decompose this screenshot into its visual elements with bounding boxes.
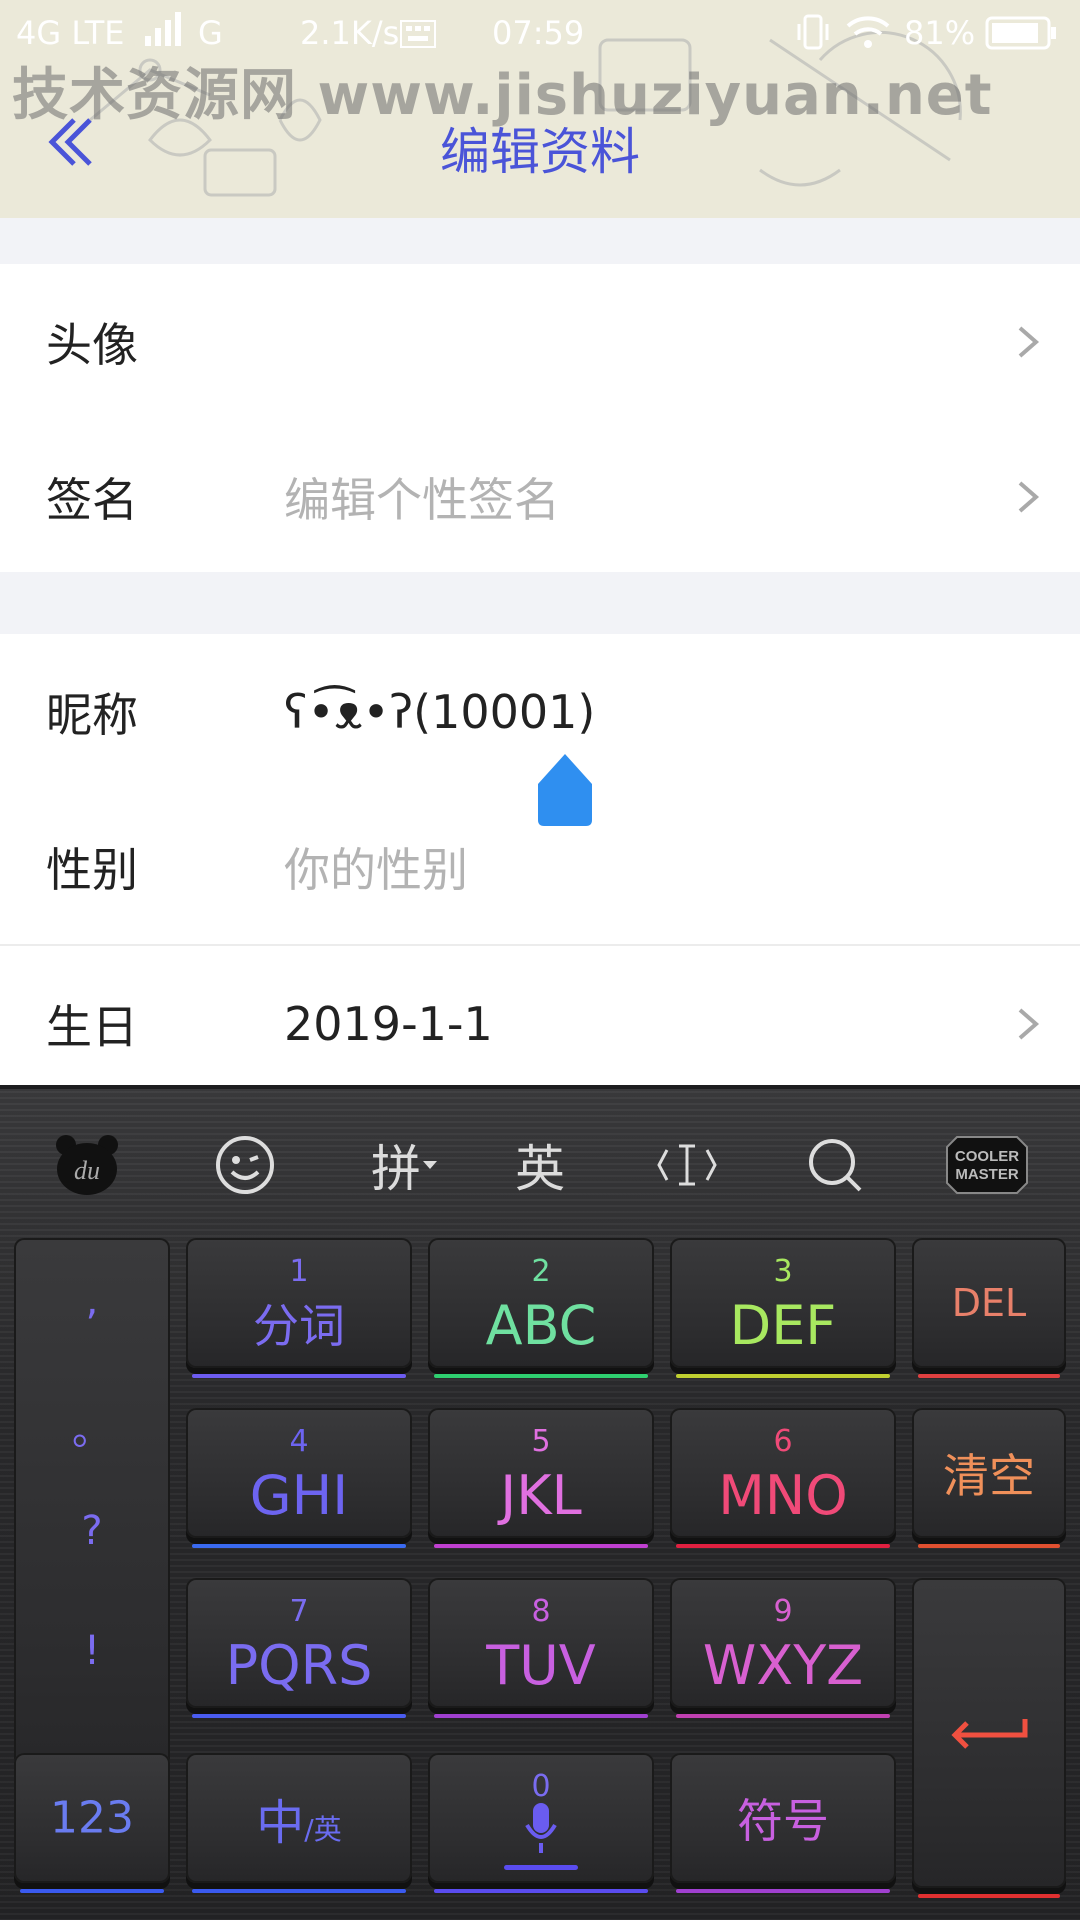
punct-question[interactable]: ? — [14, 1508, 170, 1554]
punct-period[interactable]: 。 — [14, 1398, 170, 1456]
space-voice-key[interactable]: 0 — [428, 1753, 654, 1893]
symbols-key[interactable]: 符号 — [670, 1753, 896, 1893]
space-bar-indicator — [504, 1865, 578, 1870]
number-mode-key[interactable]: 123 — [14, 1753, 170, 1893]
key-9-wxyz[interactable]: 9 WXYZ — [670, 1578, 896, 1718]
gender-label: 性别 — [46, 842, 138, 897]
profile-group-2: 昵称 ʕ•͡ᴥ•ʔ(10001) 性别 你的性别 生日 2019-1-1 — [0, 634, 1080, 1094]
page-title: 编辑资料 — [440, 123, 640, 181]
en-small-label: /英 — [304, 1813, 342, 1846]
enter-key[interactable] — [912, 1578, 1066, 1898]
search-button[interactable] — [780, 1115, 890, 1215]
skin-logo-button[interactable]: COOLER MASTER — [932, 1115, 1042, 1215]
clear-key[interactable]: 清空 — [912, 1408, 1066, 1548]
gender-placeholder: 你的性别 — [284, 842, 468, 897]
avatar-row[interactable]: 头像 — [0, 264, 1080, 419]
clock: 07:59 — [492, 14, 585, 52]
du-logo-button[interactable]: du — [32, 1115, 142, 1215]
battery-percent: 81% — [904, 14, 976, 52]
chevron-right-icon — [1018, 480, 1040, 513]
signature-placeholder: 编辑个性签名 — [284, 472, 560, 527]
birthday-value: 2019-1-1 — [284, 996, 493, 1051]
text-cursor-icon — [657, 1144, 717, 1186]
key-8-tuv[interactable]: 8 TUV — [428, 1578, 654, 1718]
net-speed: 2.1K/s — [300, 14, 400, 52]
text-cursor-handle[interactable] — [538, 754, 592, 826]
emoji-button[interactable] — [190, 1115, 300, 1215]
birthday-row[interactable]: 生日 2019-1-1 — [0, 946, 1080, 1101]
key-3-def[interactable]: 3 DEF — [670, 1238, 896, 1378]
brand-line-2: MASTER — [955, 1166, 1019, 1183]
bear-logo-icon: du — [56, 1135, 118, 1195]
battery-icon — [985, 16, 1057, 58]
brand-line-1: COOLER — [955, 1148, 1019, 1165]
zh-en-switch-key[interactable]: 中/英 — [186, 1753, 412, 1893]
pinyin-mode-button[interactable]: 拼 — [350, 1115, 460, 1215]
punctuation-key[interactable]: , 。 ? ! — [14, 1238, 170, 1818]
profile-group-1: 头像 签名 编辑个性签名 — [0, 264, 1080, 572]
english-label: 英 — [515, 1140, 565, 1198]
enter-arrow-icon — [951, 1719, 1028, 1749]
key-1-fenci[interactable]: 1 分词 — [186, 1238, 412, 1378]
signature-row[interactable]: 签名 编辑个性签名 — [0, 419, 1080, 574]
nickname-input[interactable]: ʕ•͡ᴥ•ʔ(10001) — [284, 685, 595, 739]
punct-exclaim[interactable]: ! — [14, 1628, 170, 1674]
nickname-label: 昵称 — [46, 687, 138, 742]
search-icon — [809, 1139, 862, 1192]
chevron-right-icon — [1018, 1007, 1040, 1040]
key-4-ghi[interactable]: 4 GHI — [186, 1408, 412, 1548]
cursor-move-button[interactable] — [632, 1115, 742, 1215]
header-bar: 4G LTE G 2.1K/s 07:59 81% 技术资源网 www.jish… — [0, 0, 1080, 218]
birthday-label: 生日 — [46, 999, 138, 1054]
english-mode-button[interactable]: 英 — [485, 1115, 595, 1215]
zh-label: 中 — [256, 1795, 305, 1851]
du-text: du — [74, 1156, 100, 1185]
cooler-master-logo-icon: COOLER MASTER — [946, 1136, 1028, 1194]
keyboard: du 拼 英 COOLER MASTER , 。 ? ! 1 分词 2 ABC … — [0, 1085, 1080, 1920]
network-type: 4G LTE — [16, 14, 125, 52]
emoji-icon — [216, 1136, 274, 1194]
punct-comma[interactable]: , — [14, 1278, 170, 1324]
caret-down-icon — [423, 1161, 437, 1169]
avatar-label: 头像 — [46, 317, 138, 372]
key-2-abc[interactable]: 2 ABC — [428, 1238, 654, 1378]
key-7-pqrs[interactable]: 7 PQRS — [186, 1578, 412, 1718]
chevron-right-icon — [1018, 325, 1040, 358]
signal-icon — [145, 12, 185, 54]
key-6-mno[interactable]: 6 MNO — [670, 1408, 896, 1548]
network-type-2: G — [198, 14, 223, 52]
microphone-icon — [525, 1803, 557, 1853]
key-5-jkl[interactable]: 5 JKL — [428, 1408, 654, 1548]
signature-label: 签名 — [46, 472, 138, 527]
delete-key[interactable]: DEL — [912, 1238, 1066, 1378]
pinyin-label: 拼 — [371, 1140, 421, 1198]
